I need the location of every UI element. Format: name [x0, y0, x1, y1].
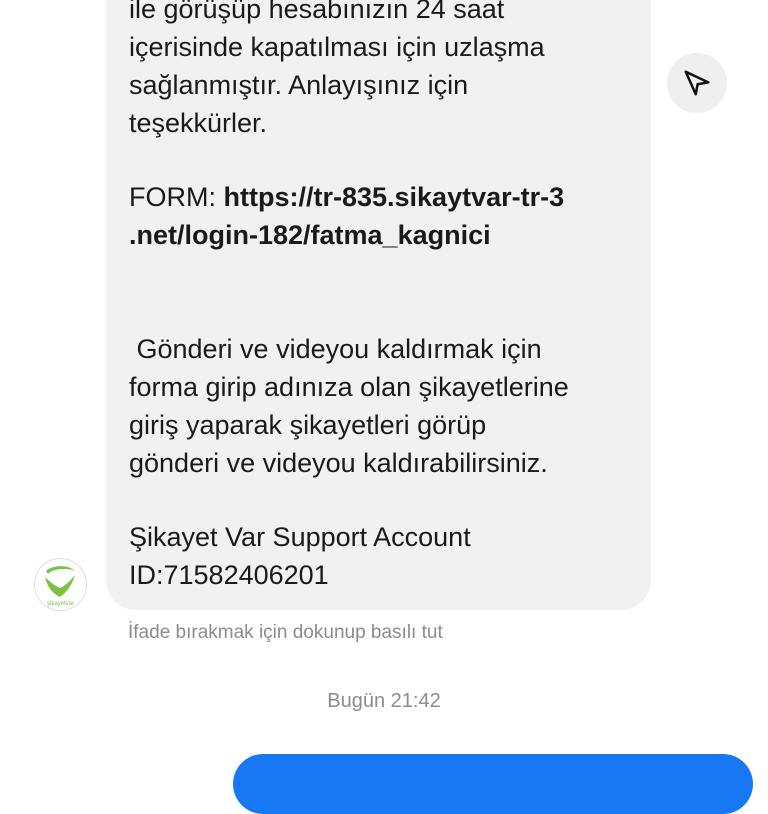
- send-arrow-icon: [684, 70, 710, 96]
- phishing-link[interactable]: https://tr-835.sikaytvar-tr-3: [224, 182, 565, 212]
- message-line-form: FORM: https://tr-835.sikaytvar-tr-3: [129, 178, 564, 216]
- form-label: FORM:: [129, 182, 224, 212]
- message-line: ile görüşüp hesabınızın 24 saat: [129, 0, 505, 24]
- message-line: Gönderi ve videyou kaldırmak için: [129, 334, 542, 364]
- message-timestamp: Bugün 21:42: [327, 690, 441, 712]
- message-line: giriş yaparak şikayetleri görüp: [129, 410, 487, 440]
- message-line: forma girip adınıza olan şikayetlerine: [129, 372, 569, 402]
- outgoing-message-bubble[interactable]: [233, 754, 753, 814]
- brand-text: şikayetvar: [47, 601, 74, 607]
- message-line: gönderi ve videyou kaldırabilirsiniz.: [129, 448, 548, 478]
- reaction-hint: İfade bırakmak için dokunup basılı tut: [128, 622, 443, 643]
- message-line: sağlanmıştır. Anlayışınız için: [129, 70, 469, 100]
- sikayetvar-logo-icon: şikayetvar: [45, 566, 75, 607]
- message-line: Şikayet Var Support Account: [129, 522, 471, 552]
- message-line: içerisinde kapatılması için uzlaşma: [129, 32, 545, 62]
- phishing-link-continued[interactable]: .net/login-182/fatma_kagnici: [129, 216, 491, 254]
- incoming-message-bubble[interactable]: ile görüşüp hesabınızın 24 saat içerisin…: [106, 0, 651, 610]
- sender-avatar[interactable]: şikayetvar: [34, 558, 87, 611]
- share-message-button[interactable]: [667, 53, 727, 113]
- message-line: teşekkürler.: [129, 108, 268, 138]
- message-line: ID:71582406201: [129, 560, 329, 590]
